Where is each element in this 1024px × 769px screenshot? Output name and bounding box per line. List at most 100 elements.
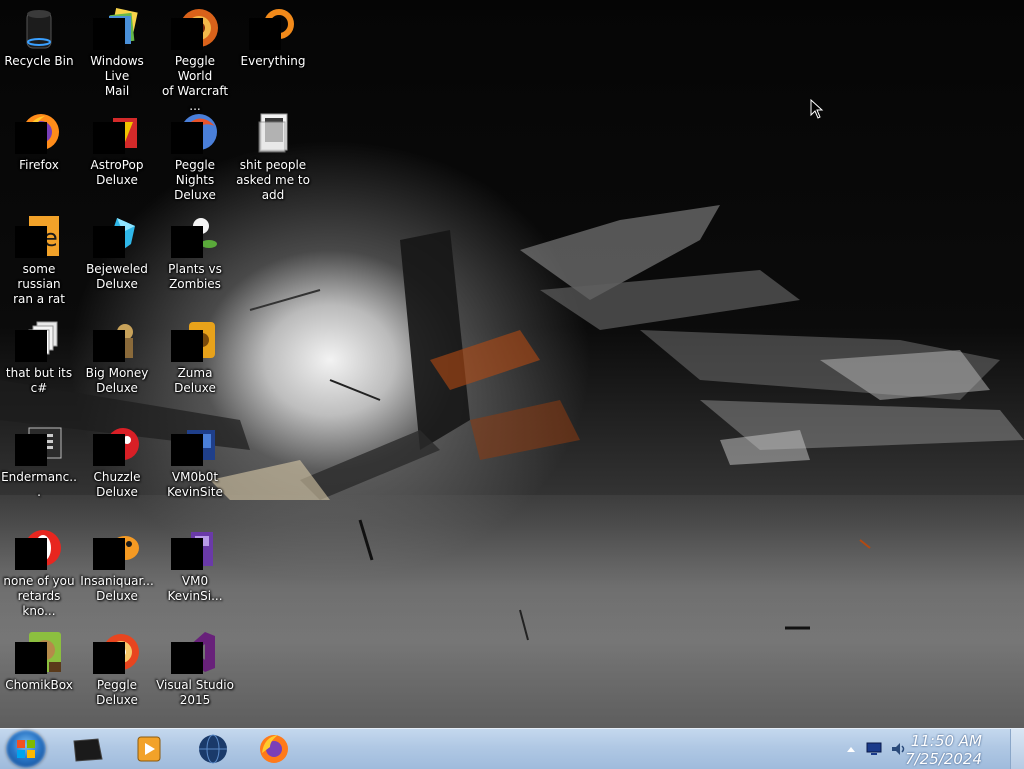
windows-start-icon: [17, 740, 35, 758]
icon-label: Insaniquar... Deluxe: [80, 574, 154, 603]
desktop-icon-plants-vs-zombies[interactable]: Plants vs Zombies: [156, 208, 234, 308]
icon-label: Firefox: [19, 158, 59, 172]
desktop-icon-none-of-you-retards[interactable]: none of you retards kno...: [0, 520, 78, 620]
icon-label: Zuma Deluxe: [174, 366, 216, 395]
firefox-icon: [15, 108, 63, 156]
desktop-icon-that-but-its-csharp[interactable]: that but its c#: [0, 312, 78, 412]
redacted-block: [171, 122, 203, 154]
redacted-block: [15, 642, 47, 674]
chuzzle-icon: [93, 420, 141, 468]
firefox-icon: [260, 735, 288, 763]
icon-label: Peggle Nights Deluxe: [174, 158, 216, 202]
desktop-icon-astropop-deluxe[interactable]: AstroPop Deluxe: [78, 104, 156, 204]
money-icon: [93, 316, 141, 364]
redacted-block: [171, 330, 203, 362]
redacted-block: [171, 434, 203, 466]
icon-label: AstroPop Deluxe: [90, 158, 144, 187]
window-app-icon: [15, 420, 63, 468]
volume-icon[interactable]: [890, 741, 906, 757]
desktop-icon-big-money-deluxe[interactable]: Big Money Deluxe: [78, 312, 156, 412]
clock-time[interactable]: 11:50 AM: [911, 732, 982, 750]
redacted-block: [171, 18, 203, 50]
opera-icon: [15, 524, 63, 572]
redacted-block: [93, 122, 125, 154]
taskbar-app-1[interactable]: [62, 733, 114, 765]
mail-icon: [93, 4, 141, 52]
icon-label: Bejeweled Deluxe: [86, 262, 148, 291]
chevron-up-icon[interactable]: [846, 745, 856, 753]
icon-label: none of you retards kno...: [3, 574, 75, 618]
icon-label: Recycle Bin: [4, 54, 74, 68]
peggle-icon: [171, 4, 219, 52]
desktop-icon-peggle-deluxe[interactable]: Peggle Deluxe: [78, 624, 156, 724]
desktop-icon-everything[interactable]: Everything: [234, 0, 312, 100]
redacted-block: [93, 434, 125, 466]
show-desktop-button[interactable]: [1010, 729, 1024, 769]
taskbar: 11:50 AM 7/25/2024: [0, 728, 1024, 769]
recycle-bin-icon: [15, 4, 63, 52]
network-icon[interactable]: [866, 742, 882, 756]
black-box-icon: [73, 738, 103, 762]
gem-icon: [93, 212, 141, 260]
icon-label: Plants vs Zombies: [168, 262, 222, 291]
desktop-icon-recycle-bin[interactable]: Recycle Bin: [0, 0, 78, 100]
desktop-icon-zuma-deluxe[interactable]: Zuma Deluxe: [156, 312, 234, 412]
icon-label: shit people asked me to add: [236, 158, 310, 202]
icon-label: that but its c#: [5, 366, 73, 395]
desktop-icon-insaniquarium[interactable]: Insaniquar... Deluxe: [78, 520, 156, 620]
globe-icon: [199, 734, 227, 764]
fish-icon: [93, 524, 141, 572]
icon-label: Everything: [240, 54, 306, 68]
taskbar-app-firefox[interactable]: [248, 733, 300, 765]
redacted-block: [15, 434, 47, 466]
desktop-icon-firefox[interactable]: Firefox: [0, 104, 78, 204]
desktop-icon-vm0b0t-kevinsite[interactable]: VM0b0t KevinSite: [156, 416, 234, 516]
astropop-icon: [93, 108, 141, 156]
clock-date[interactable]: 7/25/2024: [905, 750, 982, 768]
desktop-icon-windows-live-mail[interactable]: Windows Live Mail: [78, 0, 156, 100]
desktop-icon-some-russian-ran-a-rat[interactable]: e some russian ran a rat: [0, 208, 78, 308]
peggle-deluxe-icon: [93, 628, 141, 676]
desktop-icon-peggle-nights-deluxe[interactable]: Peggle Nights Deluxe: [156, 104, 234, 204]
desktop[interactable]: Recycle Bin Firefox e some russian ran a…: [0, 0, 1024, 728]
redacted-block: [15, 122, 47, 154]
start-button[interactable]: [6, 730, 46, 768]
redacted-block: [93, 538, 125, 570]
redacted-block: [93, 226, 125, 258]
media-player-icon: [137, 736, 161, 762]
desktop-icon-peggle-world-of-warcraft[interactable]: Peggle World of Warcraft ...: [156, 0, 234, 113]
icon-label: VM0 KevinSi...: [167, 574, 223, 603]
files-icon: [15, 316, 63, 364]
desktop-icon-bejeweled-deluxe[interactable]: Bejeweled Deluxe: [78, 208, 156, 308]
redacted-block: [15, 226, 47, 258]
redacted-block: [15, 538, 47, 570]
desktop-icon-endermanch[interactable]: Endermanc...: [0, 416, 78, 516]
taskbar-app-media-player[interactable]: [122, 733, 174, 765]
desktop-icon-visual-studio-2015[interactable]: Visual Studio 2015: [156, 624, 234, 724]
desktop-icon-chomikbox[interactable]: ChomikBox: [0, 624, 78, 724]
executable-icon: e: [15, 212, 63, 260]
desktop-icon-folder-stuff[interactable]: shit people asked me to add: [234, 104, 312, 204]
icon-label: Windows Live Mail: [90, 54, 144, 98]
icon-label: Big Money Deluxe: [85, 366, 149, 395]
icon-label: VM0b0t KevinSite: [167, 470, 223, 499]
icon-label: Visual Studio 2015: [156, 678, 234, 707]
mouse-cursor-icon: [810, 99, 824, 119]
icon-label: some russian ran a rat: [13, 262, 65, 306]
zuma-icon: [171, 316, 219, 364]
icon-label: Chuzzle Deluxe: [93, 470, 141, 499]
vm-icon: [171, 420, 219, 468]
icon-label: Peggle Deluxe: [96, 678, 138, 707]
hamster-icon: [15, 628, 63, 676]
desktop-icon-vm0-kevinsite[interactable]: VM0 KevinSi...: [156, 520, 234, 620]
taskbar-app-globe[interactable]: [186, 733, 238, 765]
redacted-block: [15, 330, 47, 362]
icon-label: ChomikBox: [5, 678, 73, 692]
folder-icon: [249, 108, 297, 156]
vm-folder-icon: [171, 524, 219, 572]
peggle-nights-icon: [171, 108, 219, 156]
redacted-block: [249, 18, 281, 50]
redacted-block: [171, 226, 203, 258]
system-tray: 11:50 AM 7/25/2024: [840, 729, 1010, 769]
desktop-icon-chuzzle-deluxe[interactable]: Chuzzle Deluxe: [78, 416, 156, 516]
